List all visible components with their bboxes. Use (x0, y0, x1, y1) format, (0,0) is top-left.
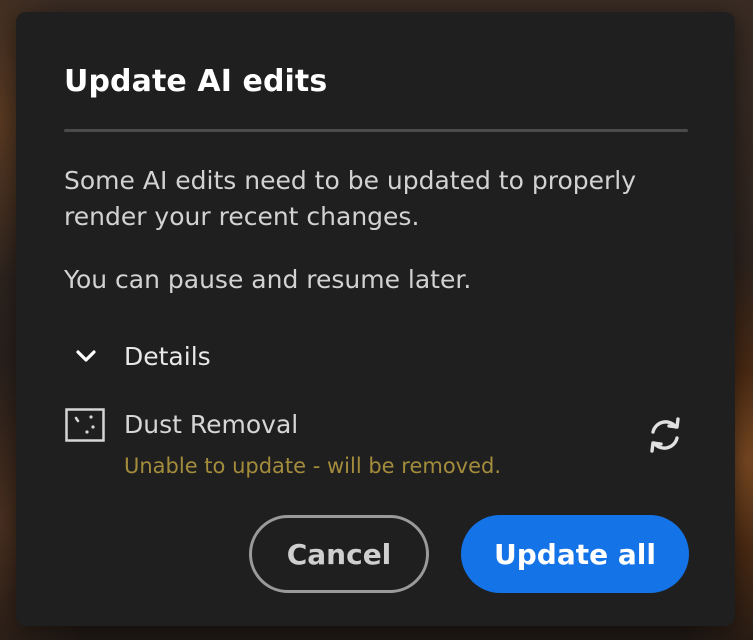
details-toggle[interactable]: Details (74, 338, 211, 374)
cancel-button[interactable]: Cancel (249, 515, 429, 593)
title-divider (64, 129, 688, 132)
update-ai-edits-dialog: Update AI edits Some AI edits need to be… (16, 12, 735, 626)
item-name: Dust Removal (124, 410, 299, 439)
dialog-message: Some AI edits need to be updated to prop… (64, 166, 637, 231)
details-label: Details (124, 341, 211, 371)
chevron-down-icon (76, 350, 96, 362)
refresh-icon[interactable] (645, 415, 685, 455)
dust-removal-icon (65, 408, 105, 442)
dialog-submessage: You can pause and resume later. (64, 265, 472, 294)
item-status: Unable to update - will be removed. (124, 454, 502, 478)
dialog-title: Update AI edits (64, 64, 328, 99)
update-all-button[interactable]: Update all (461, 515, 689, 593)
